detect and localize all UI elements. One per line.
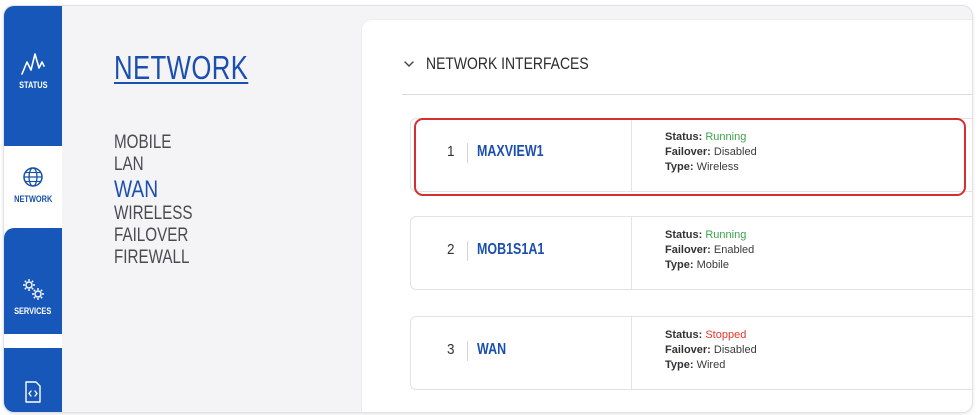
gears-icon xyxy=(23,279,44,300)
interface-name[interactable]: MAXVIEW1 xyxy=(477,143,544,161)
type-value: Wired xyxy=(696,359,726,371)
app-window: STATUS NETWORK SERVICES NETWORK MOBILE L… xyxy=(4,6,972,412)
rail-item-system[interactable] xyxy=(4,348,62,412)
activity-icon xyxy=(21,53,45,75)
type-value: Mobile xyxy=(696,259,729,271)
status-label: Status: xyxy=(665,131,703,143)
rail-item-network[interactable]: NETWORK xyxy=(4,146,62,228)
subnav-item-wan[interactable]: WAN xyxy=(114,176,193,203)
subnav-item-wireless[interactable]: WIRELESS xyxy=(114,203,193,225)
interface-index: 2 xyxy=(447,241,455,258)
rail-label-network: NETWORK xyxy=(13,194,53,204)
section-divider xyxy=(402,94,972,95)
status-value: Stopped xyxy=(705,329,747,341)
chevron-down-icon xyxy=(404,61,414,67)
subnav-item-lan[interactable]: LAN xyxy=(114,154,193,176)
status-value: Running xyxy=(705,229,747,241)
rail-item-status[interactable]: STATUS xyxy=(4,6,62,146)
interface-details: Status: Running Failover: Enabled Type: … xyxy=(665,228,754,273)
type-label: Type: xyxy=(665,359,694,371)
network-subnav: NETWORK MOBILE LAN WAN WIRELESS FAILOVER… xyxy=(62,6,346,412)
divider xyxy=(631,119,632,191)
subnav-title[interactable]: NETWORK xyxy=(114,49,248,87)
type-value: Wireless xyxy=(696,161,739,173)
failover-value: Disabled xyxy=(713,146,757,158)
rail-label-services: SERVICES xyxy=(14,306,52,316)
main-rail: STATUS NETWORK SERVICES xyxy=(4,6,62,412)
divider xyxy=(631,217,632,289)
failover-value: Disabled xyxy=(713,344,757,356)
type-label: Type: xyxy=(665,259,694,271)
failover-label: Failover: xyxy=(665,344,711,356)
rail-item-services[interactable]: SERVICES xyxy=(4,228,62,334)
rail-label-status: STATUS xyxy=(18,80,48,90)
interface-name[interactable]: WAN xyxy=(477,341,506,359)
subnav-item-mobile[interactable]: MOBILE xyxy=(114,132,193,154)
subnav-item-failover[interactable]: FAILOVER xyxy=(114,225,193,247)
subnav-list: MOBILE LAN WAN WIRELESS FAILOVER FIREWAL… xyxy=(114,132,212,269)
divider xyxy=(467,143,468,163)
interface-details: Status: Running Failover: Disabled Type:… xyxy=(665,130,757,175)
interface-details: Status: Stopped Failover: Disabled Type:… xyxy=(665,328,757,373)
content-panel: NETWORK INTERFACES 1 MAXVIEW1 Status: Ru… xyxy=(362,20,972,412)
network-interfaces-toggle[interactable]: NETWORK INTERFACES xyxy=(402,54,624,74)
section-title: NETWORK INTERFACES xyxy=(426,54,589,73)
interface-row[interactable]: 1 MAXVIEW1 Status: Running Failover: Dis… xyxy=(410,118,972,192)
code-file-icon xyxy=(25,381,41,403)
status-value: Running xyxy=(705,131,747,143)
failover-value: Enabled xyxy=(713,244,755,256)
divider xyxy=(467,241,468,261)
subnav-item-firewall[interactable]: FIREWALL xyxy=(114,247,193,269)
status-label: Status: xyxy=(665,229,703,241)
failover-label: Failover: xyxy=(665,244,711,256)
status-label: Status: xyxy=(665,329,703,341)
failover-label: Failover: xyxy=(665,146,711,158)
interface-row[interactable]: 3 WAN Status: Stopped Failover: Disabled… xyxy=(410,316,972,390)
interface-row[interactable]: 2 MOB1S1A1 Status: Running Failover: Ena… xyxy=(410,216,972,290)
type-label: Type: xyxy=(665,161,694,173)
interface-name[interactable]: MOB1S1A1 xyxy=(477,241,544,259)
interface-index: 1 xyxy=(447,143,455,160)
divider xyxy=(467,341,468,361)
divider xyxy=(631,317,632,389)
interface-index: 3 xyxy=(447,341,455,358)
globe-icon xyxy=(23,167,43,187)
